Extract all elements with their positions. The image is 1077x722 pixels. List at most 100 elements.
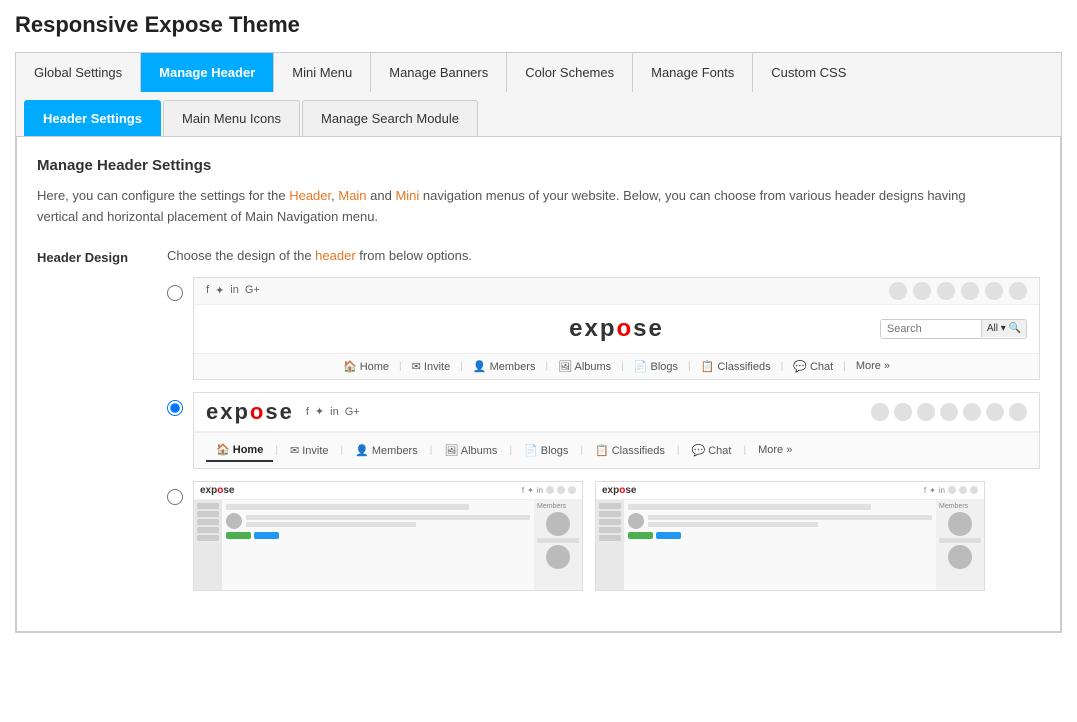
- icon-circle-1: [889, 282, 907, 300]
- nav-members-1: 👤 Members: [463, 360, 546, 373]
- p2-sep4: |: [507, 445, 514, 456]
- icon-circle-4: [961, 282, 979, 300]
- p1-social-icons: f ✦ in G+: [206, 284, 260, 297]
- p3-icon-c1: [546, 486, 554, 494]
- p1-nav: 🏠 Home | ✉ Invite | 👤 Members | 🖼 Albums…: [194, 353, 1039, 379]
- p2-logo-o: o: [250, 399, 265, 424]
- p2-social-f: f: [306, 406, 309, 418]
- tab-manage-header[interactable]: Manage Header: [141, 53, 274, 92]
- p2-top-bar: expose f ✦ in G+: [194, 393, 1039, 431]
- tab-manage-fonts[interactable]: Manage Fonts: [633, 53, 753, 92]
- section-description: Here, you can configure the settings for…: [37, 186, 1040, 228]
- p3-avatar: [226, 513, 242, 529]
- p4-icons: f ✦ in: [924, 486, 978, 495]
- logo-text-2: se: [633, 315, 664, 342]
- p4-sb-item4: [599, 527, 621, 533]
- p4-post-line1: [648, 515, 932, 520]
- primary-tabs: Global Settings Manage Header Mini Menu …: [15, 52, 1062, 92]
- small-previews: expose f ✦ in: [193, 481, 1040, 591]
- search-input-preview1[interactable]: [881, 320, 981, 338]
- p3-icon-f: f: [522, 486, 524, 495]
- p3-icons: f ✦ in: [522, 486, 576, 495]
- p3-main-content: [222, 500, 534, 590]
- p4-o: o: [619, 485, 625, 496]
- p4-content-line1: [628, 504, 871, 510]
- p2-sep3: |: [428, 445, 435, 456]
- p2-nav-more: More »: [748, 440, 802, 460]
- p4-icon-in: in: [939, 486, 945, 495]
- p4-sb-item2: [599, 511, 621, 517]
- p3-left-sidebar: [194, 500, 222, 590]
- p3-members-label: Members: [537, 503, 579, 510]
- radio-design-2[interactable]: [167, 400, 183, 416]
- p2-sep5: |: [578, 445, 585, 456]
- p2-nav-blogs: 📄 Blogs: [514, 440, 578, 461]
- tab-main-menu-icons[interactable]: Main Menu Icons: [163, 100, 300, 136]
- p3-body: Members: [194, 500, 582, 590]
- nav-blogs-1: 📄 Blogs: [624, 360, 688, 373]
- social-t: ✦: [215, 284, 224, 297]
- design-options: f ✦ in G+: [167, 277, 1040, 591]
- header-preview-2: expose f ✦ in G+: [193, 392, 1040, 469]
- secondary-tabs-wrapper: Header Settings Main Menu Icons Manage S…: [15, 92, 1062, 633]
- search-btn-preview1: All ▾ 🔍: [981, 320, 1026, 337]
- p2-sep6: |: [675, 445, 682, 456]
- p2-nav-invite: ✉ Invite: [280, 440, 339, 461]
- p3-logo: expose: [200, 485, 234, 496]
- p1-logo: expose: [569, 315, 664, 343]
- p4-icon-c2: [959, 486, 967, 494]
- radio-design-1[interactable]: [167, 285, 183, 301]
- p2-logo-social: expose f ✦ in G+: [206, 399, 360, 425]
- p3-o: o: [217, 485, 223, 496]
- p1-top-bar: f ✦ in G+: [194, 278, 1039, 305]
- p2-icon-2: [894, 403, 912, 421]
- p2-social-t: ✦: [315, 405, 324, 418]
- p2-nav-classifieds: 📋 Classifieds: [585, 440, 675, 461]
- p2-icon-5: [963, 403, 981, 421]
- tab-manage-banners[interactable]: Manage Banners: [371, 53, 507, 92]
- p3-post-line2: [246, 522, 416, 527]
- icon-circle-5: [985, 282, 1003, 300]
- p3-sb-item1: [197, 503, 219, 509]
- design-option-2: expose f ✦ in G+: [167, 392, 1040, 469]
- p2-icon-7: [1009, 403, 1027, 421]
- field-label-header-design: Header Design: [37, 248, 167, 265]
- p4-member-avatar1: [948, 512, 972, 536]
- p4-topbar: expose f ✦ in: [596, 482, 984, 500]
- p4-members-label: Members: [939, 503, 981, 510]
- p3-post-content: [246, 515, 530, 527]
- p4-post-line2: [648, 522, 818, 527]
- p2-logo-text-2: se: [265, 399, 293, 424]
- field-content: Choose the design of the header from bel…: [167, 248, 1040, 591]
- p4-body: Members: [596, 500, 984, 590]
- p4-icon-c3: [970, 486, 978, 494]
- tab-mini-menu[interactable]: Mini Menu: [274, 53, 371, 92]
- p4-post-content: [648, 515, 932, 527]
- p3-sb-item5: [197, 535, 219, 541]
- p2-icon-1: [871, 403, 889, 421]
- p4-sb-item5: [599, 535, 621, 541]
- nav-more-1: More »: [846, 360, 900, 372]
- p2-sep7: |: [741, 445, 748, 456]
- tab-header-settings[interactable]: Header Settings: [24, 100, 161, 136]
- p3-sb-item3: [197, 519, 219, 525]
- p2-nav-members: 👤 Members: [345, 440, 428, 461]
- header-design-row: Header Design Choose the design of the h…: [37, 248, 1040, 591]
- tab-color-schemes[interactable]: Color Schemes: [507, 53, 633, 92]
- p2-nav-albums: 🖼 Albums: [434, 440, 507, 461]
- p3-post-row: [226, 513, 530, 529]
- p1-search-bar: All ▾ 🔍: [880, 319, 1027, 339]
- p3-icon-in: in: [537, 486, 543, 495]
- p2-social-g: G+: [345, 406, 360, 418]
- p4-sb-item3: [599, 519, 621, 525]
- tab-global-settings[interactable]: Global Settings: [16, 53, 141, 92]
- p3-icon-c3: [568, 486, 576, 494]
- p1-user-icons: [889, 282, 1027, 300]
- radio-design-3[interactable]: [167, 489, 183, 505]
- tab-manage-search-module[interactable]: Manage Search Module: [302, 100, 478, 136]
- nav-albums-1: 🖼 Albums: [548, 360, 621, 373]
- p2-sep1: |: [273, 445, 280, 456]
- tab-custom-css[interactable]: Custom CSS: [753, 53, 864, 92]
- p3-action-btns: [226, 532, 530, 539]
- secondary-tabs: Header Settings Main Menu Icons Manage S…: [16, 92, 1061, 137]
